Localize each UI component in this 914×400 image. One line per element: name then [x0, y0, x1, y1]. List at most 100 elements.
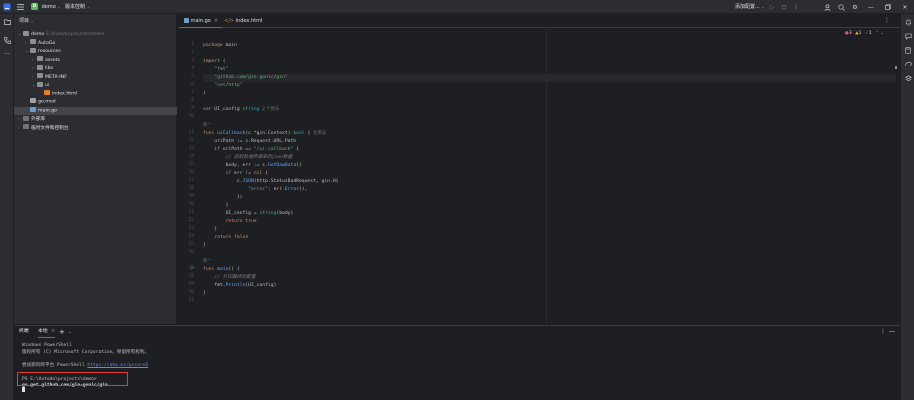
right-tool-stripe [900, 14, 914, 400]
more-tools-icon[interactable]: ··· [2, 49, 12, 59]
tree-item[interactable]: › 临时文件和控制台 [14, 124, 177, 133]
title-bar: D demo ⌄ 版本控制 ⌄ 添加配置... ⌄ ▷ ⋮ ⚙ — ✕ [0, 0, 914, 14]
tab-index-html[interactable]: </> index.html [220, 14, 266, 28]
database-icon[interactable] [903, 45, 913, 55]
close-icon[interactable]: × [214, 18, 218, 24]
line-number: 29 [188, 282, 194, 287]
ai-assistant-icon[interactable] [903, 31, 913, 41]
code-token: body, err := c. [203, 163, 268, 168]
line-number: 19 [188, 194, 194, 199]
vcs-widget[interactable]: 版本控制 ⌄ [65, 2, 90, 12]
tab-more-icon[interactable]: ⋮ [884, 17, 890, 24]
chevron-down-icon[interactable]: ⌄ [68, 326, 72, 338]
minimize-icon[interactable]: — [866, 2, 876, 12]
lib-icon [23, 124, 29, 129]
terminal-text: 版权所有 (C) Microsoft Corporation。保留所有权利。 [22, 349, 150, 355]
user-icon[interactable] [822, 2, 832, 12]
folder-icon [37, 64, 43, 70]
scrollbar-thumb[interactable] [895, 66, 897, 69]
code-token: "fmt" [214, 67, 229, 72]
tree-item[interactable]: main.go [14, 106, 177, 115]
code-token: return [225, 219, 246, 224]
tree-item[interactable]: go.mod [14, 98, 177, 107]
tree-item-label: index.html [52, 91, 77, 96]
structure-icon[interactable] [2, 35, 12, 45]
tree-item[interactable]: index.html [14, 89, 177, 99]
chevron-down-icon[interactable]: ⌄ [31, 18, 34, 23]
line-number: 20 [188, 202, 194, 207]
code-token: (http.StatusBadRequest, gin.H{ [253, 179, 339, 184]
code-line: if uriPath == "/ui-callback" { [203, 146, 299, 154]
more-actions-icon[interactable]: ⋮ [791, 2, 801, 12]
new-terminal-plus-icon[interactable]: + [59, 326, 65, 338]
run-icon[interactable]: ▷ [767, 2, 777, 12]
vcs-label: 版本控制 [65, 4, 86, 10]
code-token: // 打印最终的配置 [214, 275, 256, 280]
line-number: 21 [188, 210, 194, 215]
tree-item[interactable]: › assets [14, 56, 177, 65]
tree-item-label: assets [45, 57, 60, 63]
project-switcher[interactable]: D demo ⌄ [31, 2, 61, 12]
tree-item[interactable]: › 外部库 [14, 115, 177, 124]
run-config-label: 添加配置... [735, 4, 760, 10]
warning-count: 1 [858, 31, 862, 36]
code-token: // 获取前端传递来的json数据 [225, 155, 293, 160]
code-token: func [203, 267, 218, 272]
code-line: var UI_config string 2 个用法 [203, 106, 279, 114]
line-number: 12 [188, 138, 194, 143]
settings-gear-icon[interactable]: ⚙ [850, 2, 860, 12]
close-icon[interactable]: ✕ [900, 2, 910, 12]
run-gutter-icon[interactable]: ▷ [191, 266, 194, 271]
project-panel: 项目 ⌄ ⌄ demo E:\Autodo\projects\demo › AutoGo… [14, 14, 177, 324]
tree-item[interactable]: › AutoGo [14, 39, 177, 48]
project-tool-folder-icon[interactable] [2, 17, 12, 27]
code-line: } [203, 290, 206, 298]
code-token: UI_config = [203, 211, 260, 216]
code-line: "fmt" [203, 66, 228, 74]
main-menu-icon[interactable] [15, 2, 25, 12]
code-token: main [217, 267, 229, 272]
code-token: GetRawData [267, 163, 297, 168]
tree-item-label: AutoGo [38, 40, 56, 46]
line-number: 10 [188, 114, 194, 119]
code-line: ) [203, 90, 206, 98]
folder-icon [30, 47, 36, 53]
code-token: } [203, 227, 218, 232]
code-view[interactable]: package main import ( "fmt" "github.com/g… [203, 29, 896, 324]
line-number: 30 [188, 290, 194, 295]
code-line: fmt.Println(UI_config) [203, 282, 276, 290]
code-token: 新 * [203, 123, 211, 128]
run-config-selector[interactable]: 添加配置... ⌄ [735, 2, 765, 12]
restore-icon[interactable] [883, 2, 893, 12]
code-token: nil [253, 171, 263, 176]
tree-item[interactable]: ⌄ demo E:\Autodo\projects\demo [14, 30, 177, 39]
tree-item[interactable]: ⌄ resources [14, 47, 177, 56]
tree-item[interactable]: ⌄ ui [14, 81, 177, 90]
notifications-bell-icon[interactable] [903, 17, 913, 27]
line-number: 18 [188, 186, 194, 191]
code-token: { [293, 147, 299, 152]
tab-main-go[interactable]: main.go × [180, 14, 223, 28]
close-icon[interactable]: × [51, 329, 55, 334]
editor-area: main.go × </> index.html ⋮ 1 2 3 4 5 6 7 8 9 10 11 1… [178, 14, 900, 324]
chevron-up-icon[interactable]: ⌃ [875, 31, 879, 36]
folder-icon [37, 56, 43, 61]
hide-panel-icon[interactable]: — [889, 326, 895, 338]
tree-item[interactable]: › META-INF [14, 73, 177, 82]
line-number: 28 [188, 274, 194, 279]
search-icon[interactable] [836, 2, 846, 12]
line-gutter[interactable]: 1 2 3 4 5 6 7 8 9 10 11 12 13 14 15 16 17 18 19 20 21 22 23 24 2… [178, 29, 202, 324]
gradle-icon[interactable] [903, 59, 913, 69]
inspection-widget[interactable]: ●3 ▲1 ✓1 ⌃ ⌄ [845, 31, 884, 36]
chevron-down-icon[interactable]: ⌄ [880, 31, 884, 36]
code-token: uriPath := c.Request.URL.Path [203, 139, 297, 144]
code-token: if [214, 147, 223, 152]
layers-icon[interactable] [903, 73, 913, 83]
terminal-more-icon[interactable]: ⋮ [880, 326, 886, 338]
line-number: 22 [188, 218, 194, 223]
terminal-link[interactable]: https://aka.ms/pscore6 [87, 363, 148, 368]
debug-icon[interactable] [779, 2, 789, 12]
tab-local-terminal[interactable]: 本地 × [38, 326, 56, 338]
tree-item[interactable]: › libs [14, 64, 177, 73]
